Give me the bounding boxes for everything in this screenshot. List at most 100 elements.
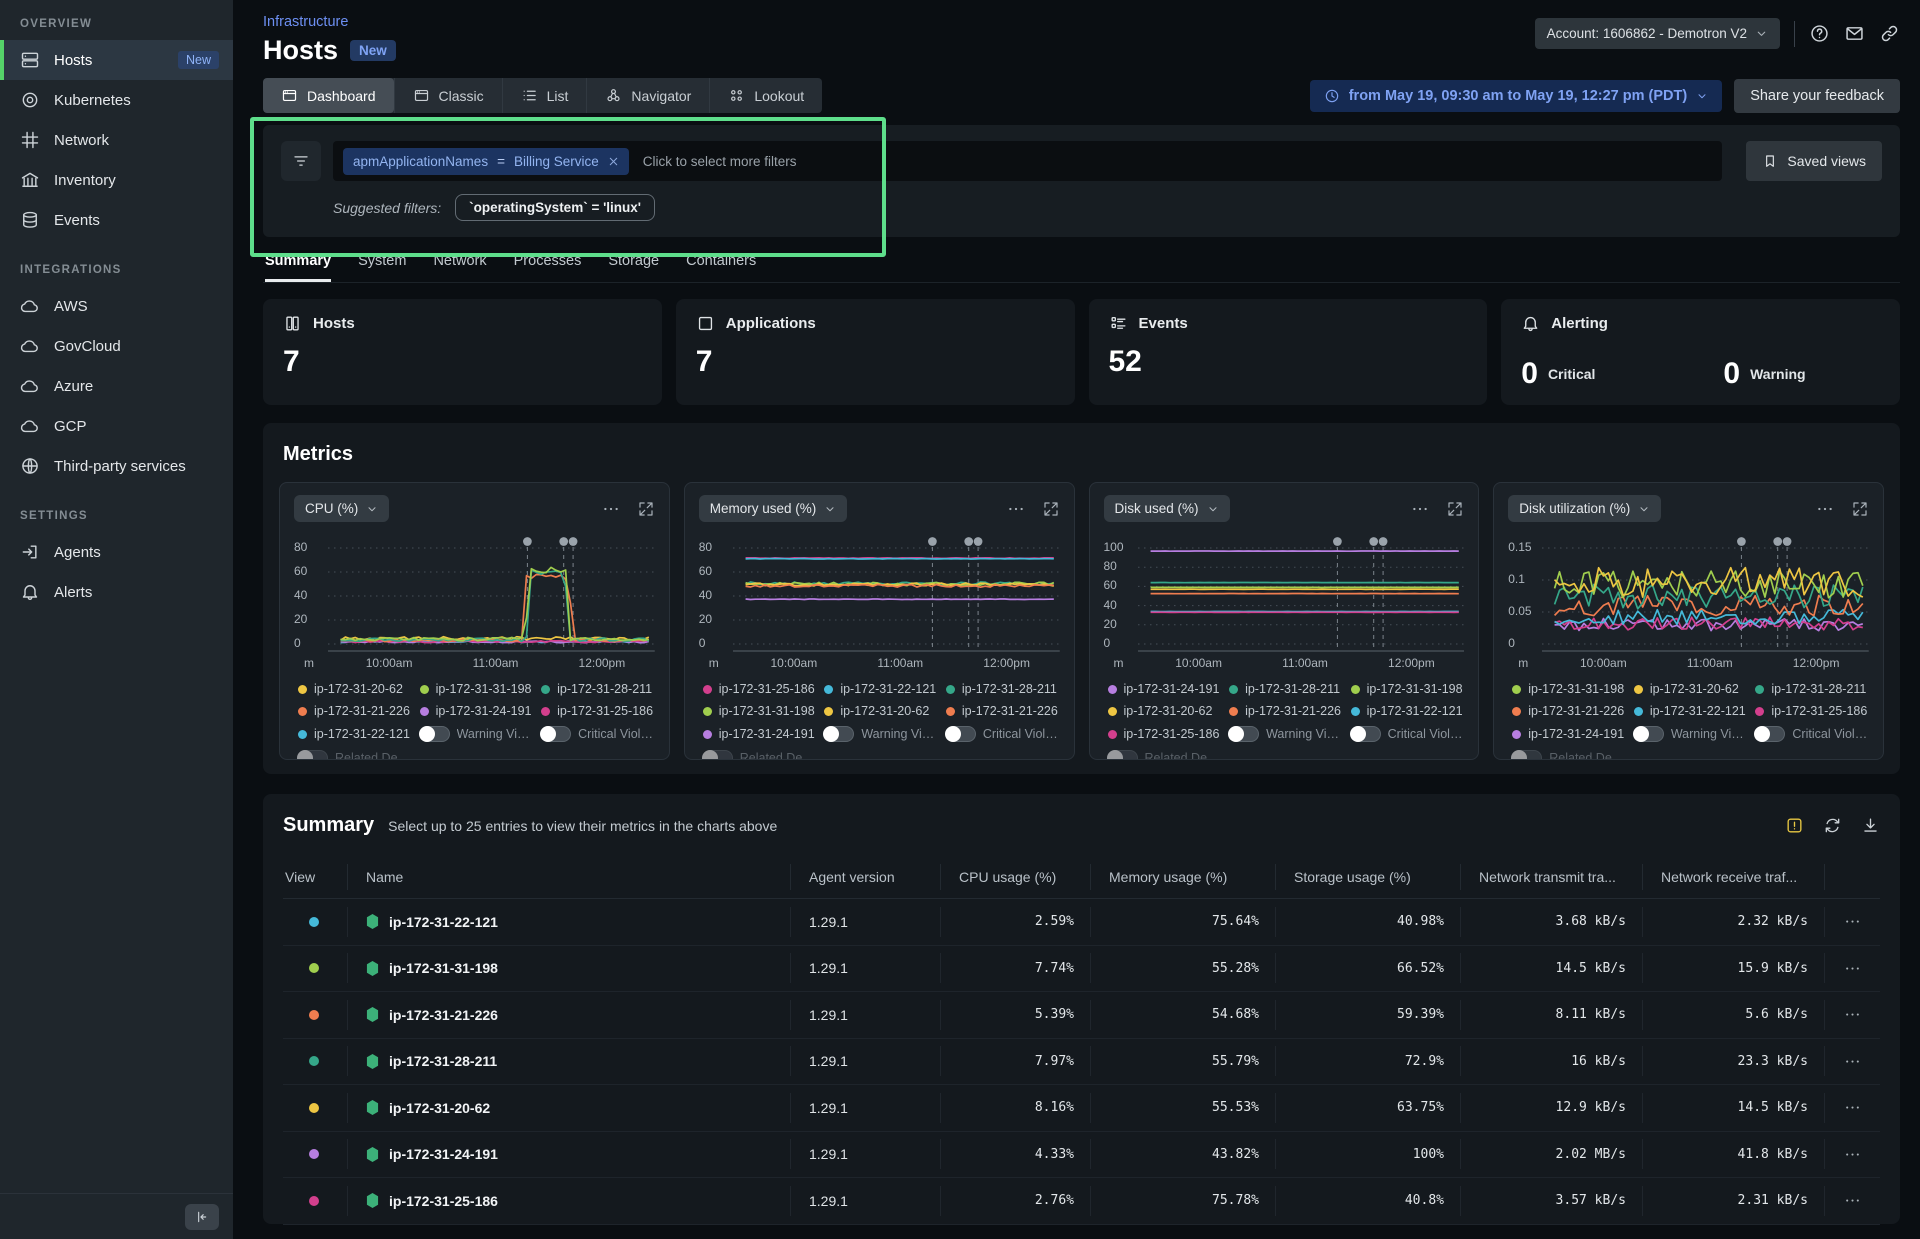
legend-item-ip-172-31-28-211[interactable]: ip-172-31-28-211 — [946, 682, 1060, 696]
legend-toggle-related-depl-[interactable]: Related Depl... — [1108, 750, 1222, 760]
legend-item-ip-172-31-20-62[interactable]: ip-172-31-20-62 — [1634, 682, 1748, 696]
legend-item-ip-172-31-21-226[interactable]: ip-172-31-21-226 — [946, 704, 1060, 718]
host-link[interactable]: ip-172-31-24-191 — [366, 1146, 498, 1162]
chart-metric-selector[interactable]: CPU (%) — [294, 495, 389, 522]
legend-toggle-related-depl-[interactable]: Related Depl... — [703, 750, 817, 760]
chart-plot[interactable] — [1138, 536, 1465, 654]
event-marker[interactable] — [559, 537, 568, 546]
time-range-picker[interactable]: from May 19, 09:30 am to May 19, 12:27 p… — [1310, 80, 1722, 112]
event-marker[interactable] — [1333, 537, 1342, 546]
expand-icon[interactable] — [1446, 500, 1464, 518]
host-link[interactable]: ip-172-31-20-62 — [366, 1100, 490, 1116]
legend-item-ip-172-31-28-211[interactable]: ip-172-31-28-211 — [541, 682, 655, 696]
mail-icon[interactable] — [1844, 23, 1865, 44]
more-options-icon[interactable] — [1816, 500, 1834, 518]
toggle-switch[interactable] — [824, 726, 854, 742]
legend-item-ip-172-31-25-186[interactable]: ip-172-31-25-186 — [1755, 704, 1869, 718]
event-marker[interactable] — [523, 537, 532, 546]
view-cell[interactable] — [283, 1186, 347, 1216]
stat-card-hosts[interactable]: Hosts7 — [263, 299, 662, 405]
more-options-icon[interactable] — [1411, 500, 1429, 518]
view-tab-dashboard[interactable]: Dashboard — [263, 78, 394, 113]
stat-card-events[interactable]: Events52 — [1089, 299, 1488, 405]
view-tab-classic[interactable]: Classic — [394, 78, 502, 113]
event-marker[interactable] — [1369, 537, 1378, 546]
sidebar-item-network[interactable]: Network — [0, 120, 233, 160]
link-icon[interactable] — [1879, 23, 1900, 44]
tab-network[interactable]: Network — [433, 253, 486, 282]
sidebar-item-alerts[interactable]: Alerts — [0, 572, 233, 612]
sidebar-item-kubernetes[interactable]: Kubernetes — [0, 80, 233, 120]
stat-card-applications[interactable]: Applications7 — [676, 299, 1075, 405]
help-icon[interactable] — [1809, 23, 1830, 44]
chart-metric-selector[interactable]: Memory used (%) — [699, 495, 848, 522]
legend-item-ip-172-31-24-191[interactable]: ip-172-31-24-191 — [1108, 682, 1222, 696]
legend-item-ip-172-31-20-62[interactable]: ip-172-31-20-62 — [1108, 704, 1222, 718]
sidebar-item-inventory[interactable]: Inventory — [0, 160, 233, 200]
sidebar-item-azure[interactable]: Azure — [0, 366, 233, 406]
filter-input[interactable]: apmApplicationNames = Billing Service Cl… — [333, 141, 1722, 181]
legend-toggle-critical-violat-[interactable]: Critical Violat... — [946, 726, 1060, 742]
event-marker[interactable] — [1783, 537, 1792, 546]
legend-item-ip-172-31-31-198[interactable]: ip-172-31-31-198 — [703, 704, 817, 718]
toggle-switch[interactable] — [1512, 750, 1542, 760]
legend-toggle-warning-viol-[interactable]: Warning Viol... — [420, 726, 534, 742]
column-header-storage-usage-[interactable]: Storage usage (%) — [1275, 864, 1460, 890]
legend-toggle-warning-viol-[interactable]: Warning Viol... — [1229, 726, 1343, 742]
column-header-agent-version[interactable]: Agent version — [790, 864, 940, 890]
toggle-switch[interactable] — [703, 750, 733, 760]
legend-toggle-warning-viol-[interactable]: Warning Viol... — [824, 726, 938, 742]
toggle-switch[interactable] — [1351, 726, 1381, 742]
sidebar-item-govcloud[interactable]: GovCloud — [0, 326, 233, 366]
legend-item-ip-172-31-22-121[interactable]: ip-172-31-22-121 — [1351, 704, 1465, 718]
host-link[interactable]: ip-172-31-25-186 — [366, 1193, 498, 1209]
view-cell[interactable] — [283, 907, 347, 937]
chart-plot[interactable] — [1542, 536, 1869, 654]
legend-item-ip-172-31-25-186[interactable]: ip-172-31-25-186 — [541, 704, 655, 718]
toggle-switch[interactable] — [420, 726, 450, 742]
filter-chip[interactable]: apmApplicationNames = Billing Service — [343, 148, 629, 175]
toggle-switch[interactable] — [1634, 726, 1664, 742]
legend-toggle-warning-viol-[interactable]: Warning Viol... — [1634, 726, 1748, 742]
filter-icon-button[interactable] — [281, 141, 321, 181]
legend-item-ip-172-31-24-191[interactable]: ip-172-31-24-191 — [420, 704, 534, 718]
event-marker[interactable] — [1774, 537, 1783, 546]
row-actions-button[interactable] — [1824, 1139, 1880, 1169]
chart-metric-selector[interactable]: Disk utilization (%) — [1508, 495, 1661, 522]
download-icon[interactable] — [1861, 816, 1880, 835]
expand-icon[interactable] — [1042, 500, 1060, 518]
legend-item-ip-172-31-25-186[interactable]: ip-172-31-25-186 — [1108, 726, 1222, 742]
view-cell[interactable] — [283, 1139, 347, 1169]
event-marker[interactable] — [964, 537, 973, 546]
row-actions-button[interactable] — [1824, 1093, 1880, 1123]
legend-item-ip-172-31-31-198[interactable]: ip-172-31-31-198 — [1351, 682, 1465, 696]
close-icon[interactable] — [608, 156, 619, 167]
host-link[interactable]: ip-172-31-31-198 — [366, 960, 498, 976]
legend-item-ip-172-31-28-211[interactable]: ip-172-31-28-211 — [1755, 682, 1869, 696]
column-header-network-receive-traf-[interactable]: Network receive traf... — [1642, 864, 1824, 890]
legend-item-ip-172-31-25-186[interactable]: ip-172-31-25-186 — [703, 682, 817, 696]
toggle-switch[interactable] — [1229, 726, 1259, 742]
event-marker[interactable] — [973, 537, 982, 546]
sidebar-item-agents[interactable]: Agents — [0, 532, 233, 572]
legend-item-ip-172-31-31-198[interactable]: ip-172-31-31-198 — [420, 682, 534, 696]
legend-item-ip-172-31-22-121[interactable]: ip-172-31-22-121 — [1634, 704, 1748, 718]
chart-plot[interactable] — [733, 536, 1060, 654]
legend-item-ip-172-31-21-226[interactable]: ip-172-31-21-226 — [1229, 704, 1343, 718]
host-link[interactable]: ip-172-31-22-121 — [366, 914, 498, 930]
toggle-switch[interactable] — [541, 726, 571, 742]
host-link[interactable]: ip-172-31-28-211 — [366, 1053, 497, 1069]
tab-system[interactable]: System — [358, 253, 406, 282]
view-cell[interactable] — [283, 1046, 347, 1076]
tab-processes[interactable]: Processes — [514, 253, 582, 282]
event-marker[interactable] — [928, 537, 937, 546]
account-selector[interactable]: Account: 1606862 - Demotron V2 — [1535, 18, 1780, 49]
column-header-network-transmit-tra-[interactable]: Network transmit tra... — [1460, 864, 1642, 890]
stat-card-alerting[interactable]: Alerting0Critical0Warning — [1501, 299, 1900, 405]
legend-toggle-critical-violat-[interactable]: Critical Violat... — [541, 726, 655, 742]
view-tab-list[interactable]: List — [502, 78, 587, 113]
sidebar-item-hosts[interactable]: HostsNew — [0, 40, 233, 80]
host-link[interactable]: ip-172-31-21-226 — [366, 1007, 498, 1023]
more-options-icon[interactable] — [1007, 500, 1025, 518]
toggle-switch[interactable] — [1108, 750, 1138, 760]
